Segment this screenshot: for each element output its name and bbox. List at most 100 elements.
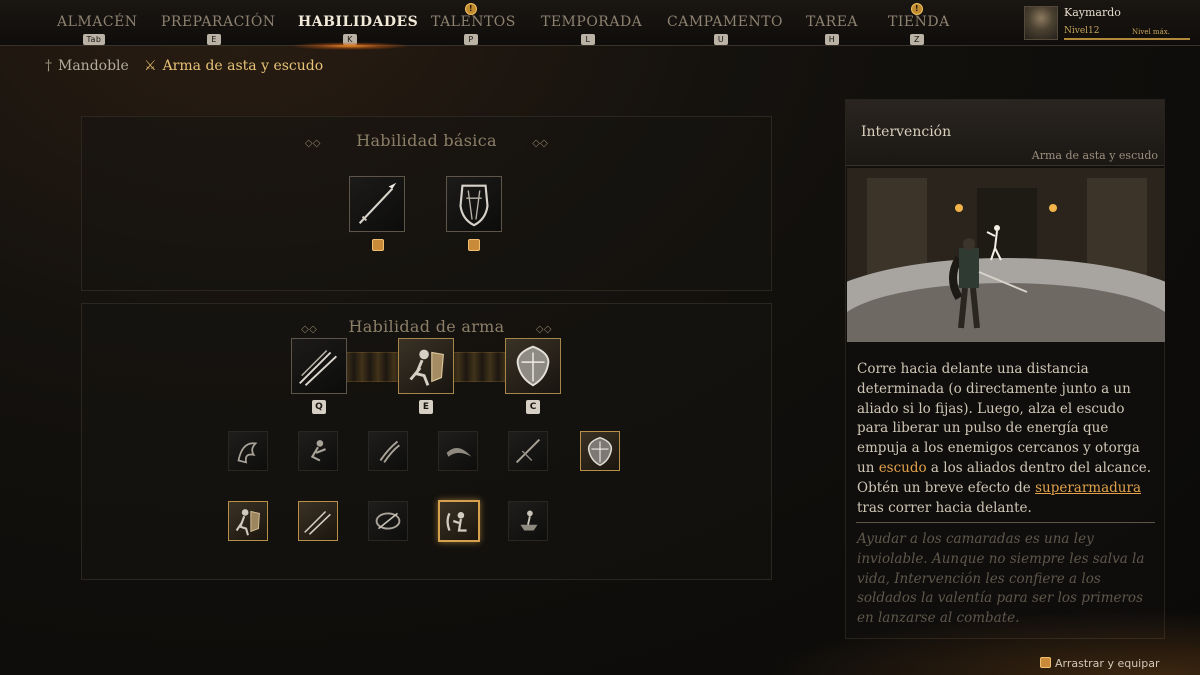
skill-dragon[interactable]: [228, 431, 268, 471]
tab-tarea[interactable]: TAREA H: [805, 14, 859, 45]
breadcrumb-polearm-shield[interactable]: ⚔ Arma de asta y escudo: [144, 58, 323, 74]
keyword-superarmor-link[interactable]: superarmadura: [1035, 480, 1141, 496]
description-text: Corre hacia delante una distancia determ…: [857, 361, 1140, 476]
skill-whirl[interactable]: [368, 501, 408, 541]
skill-claw-slash[interactable]: [368, 431, 408, 471]
max-level-label: Nivel máx.: [1132, 28, 1170, 36]
panel-header: ◇◇ Habilidad de arma ◇◇: [82, 317, 771, 336]
round-shield-icon: [516, 345, 550, 387]
shield-charge-icon: [235, 509, 260, 536]
tab-label: PREPARACIÓN: [161, 14, 276, 30]
tab-label: HABILIDADES: [298, 14, 419, 30]
book-icon: [372, 239, 384, 251]
ornament-icon: ◇◇: [532, 138, 549, 149]
polearm-icon: ⚔: [144, 58, 157, 74]
preview-scene-icon: [847, 168, 1165, 342]
tab-habilidades[interactable]: HABILIDADES K: [298, 14, 419, 45]
panel-title: Habilidad de arma: [348, 317, 505, 336]
keybind-badge: E: [207, 34, 221, 45]
ornament-icon: ◇◇: [304, 138, 321, 149]
spear-volley-icon: [304, 510, 331, 535]
spear-icon: [358, 182, 397, 225]
skill-shield-charge[interactable]: [228, 501, 268, 541]
skill-lore: Ayudar a los camaradas es una ley inviol…: [857, 531, 1145, 627]
tab-label: TAREA: [805, 14, 859, 30]
skill-round-shield[interactable]: [580, 431, 620, 471]
player-profile[interactable]: Kaymardo Nivel12 Nivel máx.: [1022, 4, 1200, 42]
keybind-badge: Z: [910, 34, 924, 45]
sweep-icon: [446, 448, 472, 457]
tab-label: TEMPORADA: [541, 14, 643, 30]
player-name: Kaymardo: [1064, 6, 1121, 19]
keybind-badge: P: [464, 34, 478, 45]
equipped-skill-e[interactable]: [398, 338, 454, 394]
equipped-skill-q[interactable]: [291, 338, 347, 394]
tab-temporada[interactable]: TEMPORADA L: [541, 14, 643, 45]
keybind-c: C: [526, 400, 540, 414]
basic-skill-spear[interactable]: [349, 176, 405, 232]
skill-preview-image: [847, 168, 1165, 342]
tab-preparacion[interactable]: PREPARACIÓN E: [161, 14, 276, 45]
claw-slash-icon: [379, 440, 400, 463]
skill-weapon-type: Arma de asta y escudo: [1031, 149, 1158, 162]
tab-label: CAMPAMENTO: [667, 14, 784, 30]
breadcrumb-mandoble[interactable]: † Mandoble: [45, 58, 129, 74]
ornament-icon: ◇◇: [301, 324, 318, 335]
basic-skill-shield[interactable]: [446, 176, 502, 232]
description-text: tras correr hacia delante.: [857, 499, 1032, 516]
greatsword-icon: †: [45, 58, 52, 74]
skill-title: Intervención: [861, 124, 952, 140]
top-navigation: ALMACÉN Tab PREPARACIÓN E HABILIDADES K …: [0, 0, 1200, 46]
leap-strike-icon: [310, 440, 326, 462]
keybind-q: Q: [312, 400, 326, 414]
intervention-icon: [446, 511, 467, 532]
skill-intervention-selected[interactable]: [438, 500, 480, 542]
keybind-e: E: [419, 400, 433, 414]
keybind-badge: Tab: [83, 34, 105, 45]
keybind-badge: U: [714, 34, 728, 45]
skill-leap-strike[interactable]: [298, 431, 338, 471]
keybind-badge: K: [343, 34, 357, 45]
skill-description: Corre hacia delante una distancia determ…: [857, 360, 1157, 518]
dragon-icon: [237, 442, 258, 464]
keybind-badge: L: [581, 34, 595, 45]
player-level: Nivel12: [1064, 26, 1100, 36]
book-icon: [1040, 657, 1051, 668]
keyword-shield[interactable]: escudo: [879, 460, 927, 476]
breadcrumb-label: Mandoble: [58, 58, 129, 74]
notification-icon: !: [465, 3, 477, 15]
tab-tienda[interactable]: ! TIENDA Z: [888, 3, 950, 45]
level-progress-bar: [1064, 38, 1190, 40]
skill-spear-volley[interactable]: [298, 501, 338, 541]
panel-header: ◇◇ Habilidad básica ◇◇: [82, 131, 771, 150]
spear-thrust-icon: [515, 438, 541, 464]
avatar: [1024, 6, 1058, 40]
tab-label: TALENTOS: [431, 14, 516, 30]
book-icon: [468, 239, 480, 251]
tab-campamento[interactable]: CAMPAMENTO U: [667, 14, 784, 45]
tab-label: TIENDA: [888, 14, 950, 30]
action-label: Arrastrar y equipar: [1055, 657, 1160, 670]
breadcrumb-label: Arma de asta y escudo: [162, 58, 324, 74]
skill-sweep[interactable]: [438, 431, 478, 471]
detail-header: Intervención Arma de asta y escudo: [846, 100, 1164, 166]
tower-shield-icon: [459, 184, 489, 227]
round-shield-icon: [587, 436, 613, 467]
equipped-skill-c[interactable]: [505, 338, 561, 394]
drag-equip-hint[interactable]: Arrastrar y equipar: [1040, 657, 1159, 670]
divider: [856, 522, 1155, 523]
panel-title: Habilidad básica: [356, 131, 497, 150]
skill-shield-toss[interactable]: [508, 501, 548, 541]
tab-almacen[interactable]: ALMACÉN Tab: [57, 14, 138, 45]
notification-icon: !: [911, 3, 923, 15]
basic-skill-panel: ◇◇ Habilidad básica ◇◇: [81, 116, 772, 291]
shield-charge-icon: [409, 349, 444, 386]
shield-toss-icon: [520, 510, 538, 531]
tab-talentos[interactable]: ! TALENTOS P: [431, 3, 516, 45]
skill-spear-thrust[interactable]: [508, 431, 548, 471]
keybind-badge: H: [825, 34, 839, 45]
spear-volley-icon: [299, 350, 338, 386]
skill-detail-panel: Intervención Arma de asta y escudo Corre…: [845, 99, 1165, 639]
tab-label: ALMACÉN: [57, 14, 138, 30]
whirl-icon: [375, 512, 401, 530]
